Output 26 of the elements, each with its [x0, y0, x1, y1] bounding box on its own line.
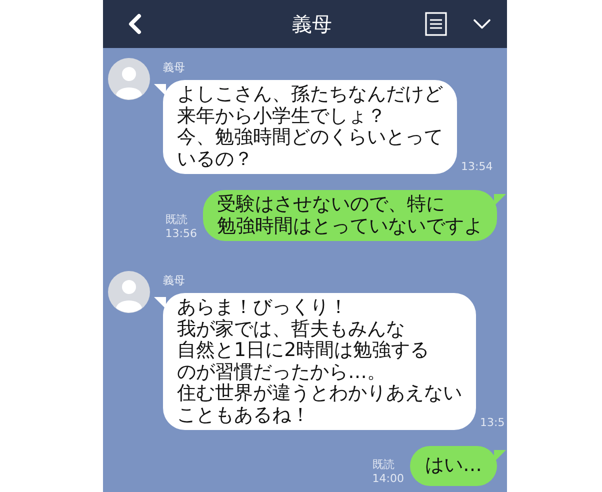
sender-name: 義母: [163, 61, 186, 75]
sender-name: 義母: [163, 274, 186, 288]
message-text: 勉強時間はとっていないですよ: [217, 216, 483, 237]
read-receipt: 既読: [372, 458, 396, 472]
message-text: のが習慣だったから…。: [177, 362, 387, 383]
message-text: こともあるね！: [177, 404, 311, 426]
message-text: 住む世界が違うとわかりあえない: [177, 383, 462, 404]
message-text: 自然と1日に2時間は勉強する: [177, 340, 430, 362]
menu-icon: [425, 12, 447, 36]
message-text: いるの？: [177, 148, 254, 170]
avatar-icon: [108, 271, 150, 313]
menu-button[interactable]: [425, 12, 447, 36]
message-text: 我が家では、哲夫もみんな: [177, 318, 406, 340]
message-time: 13:5: [480, 416, 505, 430]
message-text: はい…: [425, 455, 482, 476]
message-time: 13:54: [461, 160, 493, 174]
message-time: 14:00: [372, 472, 404, 486]
message-text: よしこさん、孫たちなんだけど: [177, 84, 443, 106]
message-text: 受験はさせないので、特に: [217, 194, 446, 216]
message-text: あらま！びっくり！: [177, 297, 349, 318]
message-text: 今、勉強時間どのくらいとって: [177, 127, 443, 148]
avatar-icon: [108, 58, 150, 100]
read-receipt: 既読: [165, 213, 188, 227]
message-time: 13:56: [165, 227, 197, 241]
message-text: 来年から小学生でしょ？: [177, 106, 387, 127]
chat-title: 義母: [291, 10, 333, 38]
